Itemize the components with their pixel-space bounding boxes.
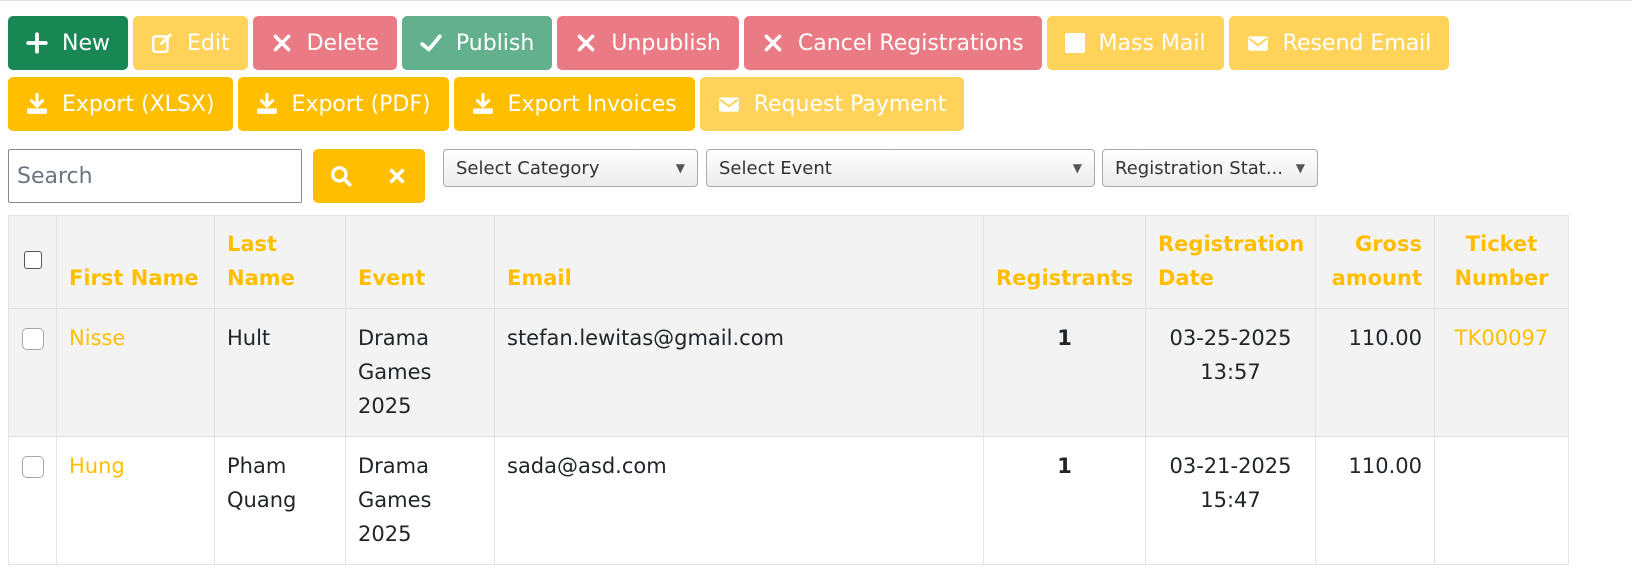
registration-status-select-value: Registration Stat... (1115, 157, 1284, 179)
registration-date-cell: 03-21-2025 15:47 (1145, 436, 1316, 565)
unpublish-button[interactable]: Unpublish (557, 16, 739, 70)
edit-button-label: Edit (187, 30, 230, 56)
export-invoices-button-label: Export Invoices (507, 91, 677, 117)
resend-email-button-label: Resend Email (1282, 30, 1432, 56)
email-cell: stefan.lewitas@gmail.com (494, 308, 984, 437)
event-cell: Drama Games 2025 (345, 436, 495, 565)
new-button-label: New (62, 30, 110, 56)
category-select-value: Select Category (456, 157, 600, 179)
ticket-number-cell: TK00097 (1434, 308, 1569, 437)
registrants-cell: 1 (983, 308, 1146, 437)
table-row: Hung Pham Quang Drama Games 2025 sada@as… (8, 436, 1569, 565)
row-checkbox[interactable] (21, 456, 44, 478)
toolbar-row-1: New Edit Delete Publish Unpublish Cancel… (8, 16, 1568, 70)
request-payment-button-label: Request Payment (753, 91, 947, 117)
envelope-icon (718, 97, 739, 112)
publish-button-label: Publish (455, 30, 535, 56)
close-icon (273, 34, 290, 52)
toolbar-row-2: Export (XLSX) Export (PDF) Export Invoic… (8, 77, 1568, 131)
column-header-last-name[interactable]: Last Name (214, 215, 346, 309)
publish-button[interactable]: Publish (401, 16, 553, 70)
ticket-number-link[interactable]: TK00097 (1455, 326, 1548, 350)
search-button-group (313, 149, 425, 203)
download-icon (472, 93, 493, 114)
mass-mail-button[interactable]: Mass Mail (1046, 16, 1224, 70)
mass-mail-button-label: Mass Mail (1098, 30, 1206, 56)
event-select-value: Select Event (719, 157, 832, 179)
first-name-cell: Nisse (56, 308, 215, 437)
toolbar: New Edit Delete Publish Unpublish Cancel… (8, 16, 1568, 138)
column-header-registration-date[interactable]: Registration Date (1145, 215, 1316, 309)
caret-down-icon: ▼ (1072, 161, 1082, 175)
export-pdf-button-label: Export (PDF) (291, 91, 431, 117)
edit-icon (151, 33, 172, 54)
delete-button[interactable]: Delete (252, 16, 397, 70)
registration-status-select[interactable]: Registration Stat... ▼ (1102, 149, 1318, 187)
close-icon (764, 34, 782, 52)
row-checkbox[interactable] (21, 328, 44, 350)
first-name-link[interactable]: Nisse (69, 326, 125, 350)
close-icon (389, 168, 405, 184)
caret-down-icon: ▼ (1295, 161, 1305, 175)
delete-button-label: Delete (306, 30, 379, 56)
select-all-cell (8, 215, 57, 309)
close-icon (577, 34, 595, 52)
column-header-email[interactable]: Email (494, 215, 984, 309)
select-all-checkbox[interactable] (23, 251, 42, 269)
resend-email-button[interactable]: Resend Email (1228, 16, 1450, 70)
row-select-cell (8, 436, 57, 565)
table-header-row: First Name Last Name Event Email Registr… (8, 215, 1569, 309)
column-header-gross-amount[interactable]: Gross amount (1315, 215, 1435, 309)
edit-button[interactable]: Edit (133, 16, 248, 70)
export-xlsx-button[interactable]: Export (XLSX) (8, 77, 233, 131)
column-header-registrants[interactable]: Registrants (983, 215, 1146, 309)
request-payment-button[interactable]: Request Payment (699, 77, 965, 131)
last-name-cell: Pham Quang (214, 436, 346, 565)
checkbox-icon (1064, 33, 1085, 53)
top-divider (0, 0, 1632, 1)
first-name-cell: Hung (56, 436, 215, 565)
event-cell: Drama Games 2025 (345, 308, 495, 437)
search-button[interactable] (313, 149, 369, 203)
cancel-registrations-button[interactable]: Cancel Registrations (743, 16, 1042, 70)
search-input[interactable] (8, 149, 302, 203)
category-select[interactable]: Select Category ▼ (443, 149, 698, 187)
ticket-number-cell (1434, 436, 1569, 565)
download-icon (27, 93, 47, 114)
search-icon (331, 166, 352, 187)
export-pdf-button[interactable]: Export (PDF) (237, 77, 449, 131)
new-button[interactable]: New (8, 16, 128, 70)
registrants-cell: 1 (983, 436, 1146, 565)
gross-amount-cell: 110.00 (1315, 436, 1435, 565)
email-cell: sada@asd.com (494, 436, 984, 565)
row-select-cell (8, 308, 57, 437)
last-name-cell: Hult (214, 308, 346, 437)
export-xlsx-button-label: Export (XLSX) (62, 91, 215, 117)
column-header-ticket-number[interactable]: Ticket Number (1434, 215, 1569, 309)
column-header-event[interactable]: Event (345, 215, 495, 309)
registration-date-cell: 03-25-2025 13:57 (1145, 308, 1316, 437)
unpublish-button-label: Unpublish (611, 30, 721, 56)
envelope-icon (1247, 36, 1268, 51)
gross-amount-cell: 110.00 (1315, 308, 1435, 437)
column-header-first-name[interactable]: First Name (56, 215, 215, 309)
caret-down-icon: ▼ (675, 161, 685, 175)
plus-icon (26, 32, 48, 54)
clear-search-button[interactable] (369, 149, 425, 203)
first-name-link[interactable]: Hung (69, 454, 125, 478)
registrants-table-container: First Name Last Name Event Email Registr… (8, 215, 1632, 574)
check-icon (420, 34, 442, 52)
cancel-registrations-button-label: Cancel Registrations (797, 30, 1024, 56)
filter-bar: Select Category ▼ Select Event ▼ Registr… (8, 149, 1328, 203)
export-invoices-button[interactable]: Export Invoices (453, 77, 695, 131)
registrants-table: First Name Last Name Event Email Registr… (8, 215, 1569, 565)
table-row: Nisse Hult Drama Games 2025 stefan.lewit… (8, 308, 1569, 437)
download-icon (256, 93, 277, 114)
event-select[interactable]: Select Event ▼ (706, 149, 1095, 187)
